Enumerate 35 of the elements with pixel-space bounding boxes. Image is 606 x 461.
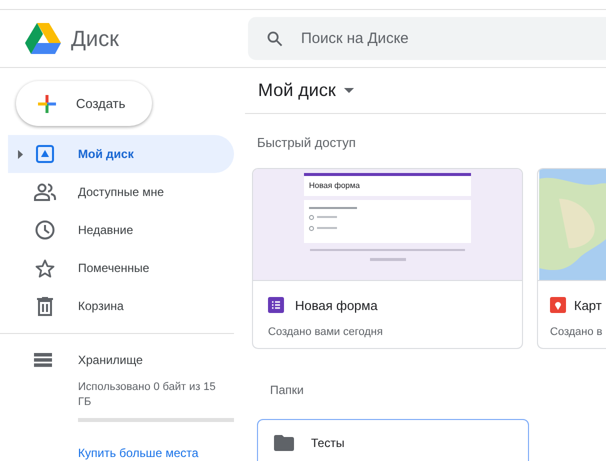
drive-logo-icon xyxy=(25,22,61,54)
section-heading: Папки xyxy=(269,382,305,398)
storage-icon xyxy=(34,353,52,367)
page-title[interactable]: Мой диск xyxy=(258,77,336,104)
caret-icon[interactable] xyxy=(344,88,354,93)
create-button[interactable]: Создать xyxy=(16,81,152,126)
sidebar-item[interactable]: Недавние xyxy=(8,211,234,249)
people-icon xyxy=(34,183,56,201)
drive-icon xyxy=(36,145,54,163)
folder-icon xyxy=(274,434,294,450)
sidebar-item[interactable]: Доступные мне xyxy=(8,173,234,211)
folder-item[interactable]: Тесты xyxy=(257,418,529,461)
app-title: Диск xyxy=(71,25,119,53)
sidebar-item[interactable]: Мой диск xyxy=(8,135,234,173)
sidebar-item[interactable]: Помеченные xyxy=(8,249,234,287)
file-subtitle: Создано вами сегодня xyxy=(267,325,384,340)
plus-icon xyxy=(38,94,56,112)
file-card[interactable]: Новая форма Новая форма Создано вами сегодня xyxy=(252,168,523,348)
map-pin-icon xyxy=(550,297,566,314)
file-subtitle: Создано в xyxy=(549,325,604,340)
sidebar-item[interactable]: Хранилище xyxy=(8,344,245,376)
star-icon xyxy=(34,258,54,278)
expand-arrow-icon[interactable] xyxy=(18,150,23,158)
clock-icon xyxy=(34,220,54,240)
file-card[interactable]: Карт Создано в xyxy=(537,168,606,348)
preview-title: Новая форма xyxy=(309,180,360,192)
section-heading: Быстрый доступ xyxy=(256,134,357,152)
storage-usage: Использовано 0 байт из 15 ГБ xyxy=(78,380,217,410)
trash-icon xyxy=(36,296,52,316)
file-name: Новая форма xyxy=(295,296,378,315)
search-field[interactable]: Поиск на Диске xyxy=(248,17,606,60)
form-icon xyxy=(268,297,284,314)
sidebar-item[interactable]: Корзина xyxy=(8,287,234,325)
file-name: Карт xyxy=(574,296,602,315)
buy-storage-link[interactable]: Купить больше места xyxy=(78,444,245,461)
